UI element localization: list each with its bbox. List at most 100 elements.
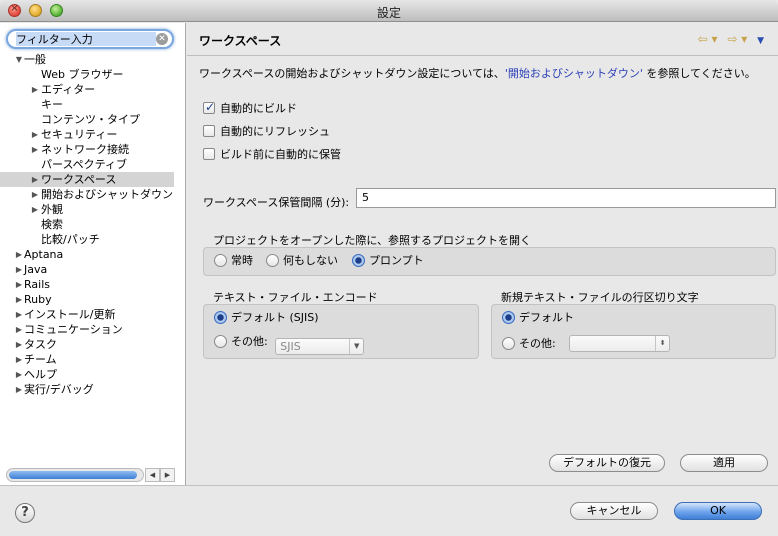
filter-field[interactable]: ✕ — [6, 29, 174, 49]
tree-item-label: 外観 — [41, 203, 63, 216]
open-projects-group-label: プロジェクトをオープンした際に、参照するプロジェクトを開く — [213, 234, 532, 247]
radio-button[interactable] — [214, 254, 227, 267]
forward-arrow-icon[interactable]: ⇨ ▾ — [727, 32, 747, 46]
checkbox-unchecked[interactable] — [203, 125, 215, 137]
collapsed-triangle-icon[interactable]: ▶ — [14, 367, 24, 382]
tree-item[interactable]: 検索 — [0, 217, 186, 232]
tree-item-label: エディター — [41, 83, 96, 96]
window-title: 設定 — [376, 6, 401, 20]
radio-prompt[interactable]: プロンプト — [352, 254, 424, 269]
collapsed-triangle-icon[interactable]: ▶ — [14, 337, 24, 352]
tree-item[interactable]: ▶ Aptana — [0, 247, 186, 262]
radio-button-selected[interactable] — [352, 254, 365, 267]
tree-item[interactable]: ▶ インストール/更新 — [0, 307, 186, 322]
delimiter-select[interactable]: ⬍ — [569, 335, 671, 352]
auto-refresh-checkbox[interactable]: 自動的にリフレッシュ — [203, 125, 330, 140]
preferences-sidebar: ✕ ▼一般Web ブラウザー▶エディターキーコンテンツ・タイプ▶セキュリティー▶… — [0, 23, 186, 485]
ok-button[interactable]: OK — [674, 502, 762, 520]
description-text: ワークスペースの開始およびシャットダウン設定については、 — [199, 67, 505, 80]
radio-delimiter-default[interactable]: デフォルト — [502, 311, 574, 326]
save-interval-input[interactable]: 5 — [356, 188, 776, 208]
radio-encoding-other[interactable]: その他: SJIS ▼ — [214, 335, 365, 355]
radio-button[interactable] — [502, 337, 515, 350]
tree-item[interactable]: ▶ 実行/デバッグ — [0, 382, 186, 397]
radio-always[interactable]: 常時 — [214, 254, 253, 269]
tree-item[interactable]: Web ブラウザー — [0, 67, 186, 82]
collapsed-triangle-icon[interactable]: ▶ — [14, 307, 24, 322]
description: ワークスペースの開始およびシャットダウン設定については、'開始およびシャットダウ… — [199, 65, 756, 81]
tree-item-label: 実行/デバッグ — [24, 383, 94, 396]
tree-item[interactable]: ▶ エディター — [0, 82, 186, 97]
tree-item[interactable]: ▶ ネットワーク接続 — [0, 142, 186, 157]
collapsed-triangle-icon[interactable]: ▶ — [14, 292, 24, 307]
help-icon[interactable]: ? — [15, 503, 35, 523]
tree-item[interactable]: ▶ ワークスペース — [0, 172, 174, 187]
tree-item[interactable]: ▶ 開始およびシャットダウン — [0, 187, 186, 202]
radio-delimiter-other[interactable]: その他: ⬍ — [502, 335, 671, 352]
radio-button-selected[interactable] — [502, 311, 515, 324]
back-arrow-icon[interactable]: ⇦ ▾ — [698, 32, 718, 46]
collapsed-triangle-icon[interactable]: ▶ — [30, 202, 40, 217]
collapsed-triangle-icon[interactable]: ▶ — [30, 172, 40, 187]
save-before-build-checkbox[interactable]: ビルド前に自動的に保管 — [203, 148, 341, 163]
tree-item[interactable]: ▶ Java — [0, 262, 186, 277]
tree-item[interactable]: ▼ 一般 — [0, 52, 186, 67]
collapsed-triangle-icon[interactable]: ▶ — [14, 382, 24, 397]
view-menu-icon[interactable]: ▼ — [757, 36, 764, 46]
page-navigation: ⇦ ▾ ⇨ ▾ ▼ — [692, 32, 764, 46]
radio-encoding-default[interactable]: デフォルト (SJIS) — [214, 311, 319, 326]
radio-button[interactable] — [214, 335, 227, 348]
tree-item-label: インストール/更新 — [24, 308, 116, 321]
collapsed-triangle-icon[interactable]: ▶ — [14, 262, 24, 277]
tree-item[interactable]: ▶ コミュニケーション — [0, 322, 186, 337]
tree-item[interactable]: 比較/パッチ — [0, 232, 186, 247]
apply-button[interactable]: 適用 — [680, 454, 768, 472]
tree-item-label: Rails — [24, 278, 50, 291]
checkbox-checked[interactable] — [203, 100, 215, 114]
window-titlebar: × 設定 — [0, 0, 778, 22]
collapsed-triangle-icon[interactable]: ▶ — [14, 247, 24, 262]
scrollbar-thumb[interactable] — [9, 471, 137, 479]
collapsed-triangle-icon[interactable]: ▶ — [30, 82, 40, 97]
filter-input[interactable] — [16, 32, 156, 46]
collapsed-triangle-icon[interactable]: ▶ — [30, 187, 40, 202]
tree-item[interactable]: ▶ セキュリティー — [0, 127, 186, 142]
tree-item[interactable]: ▶ 外観 — [0, 202, 186, 217]
tree-item[interactable]: コンテンツ・タイプ — [0, 112, 186, 127]
restore-defaults-button[interactable]: デフォルトの復元 — [549, 454, 665, 472]
radio-always-label: 常時 — [231, 254, 253, 267]
checkbox-unchecked[interactable] — [203, 148, 215, 160]
tree-item-label: セキュリティー — [41, 128, 118, 141]
scroll-left-button[interactable]: ◀ — [145, 468, 160, 482]
collapsed-triangle-icon[interactable]: ▶ — [14, 322, 24, 337]
dialog-footer: ? キャンセル OK — [0, 485, 778, 536]
tree-item[interactable]: キー — [0, 97, 186, 112]
expanded-triangle-icon[interactable]: ▼ — [14, 52, 24, 67]
tree-item-label: Java — [24, 263, 48, 276]
tree-item[interactable]: ▶ ヘルプ — [0, 367, 186, 382]
tree-item-label: Ruby — [24, 293, 52, 306]
tree-item[interactable]: パースペクティブ — [0, 157, 186, 172]
radio-never[interactable]: 何もしない — [266, 254, 338, 269]
preferences-tree: ▼ 一般 Web ブラウザー ▶ エディター キー コンテンツ・タイプ ▶ セキュリティー ▶ ネッ… — [0, 52, 186, 397]
auto-build-checkbox[interactable]: 自動的にビルド — [203, 100, 297, 117]
tree-item-label: パースペクティブ — [41, 158, 128, 171]
tree-item[interactable]: ▶ タスク — [0, 337, 186, 352]
startup-shutdown-link[interactable]: '開始およびシャットダウン' — [505, 67, 643, 80]
encoding-select[interactable]: SJIS ▼ — [275, 338, 365, 355]
collapsed-triangle-icon[interactable]: ▶ — [30, 127, 40, 142]
scrollbar-track[interactable] — [6, 468, 144, 482]
tree-item[interactable]: ▶ チーム — [0, 352, 186, 367]
tree-item-label: コンテンツ・タイプ — [41, 113, 140, 126]
scroll-right-button[interactable]: ▶ — [160, 468, 175, 482]
tree-item[interactable]: ▶ Ruby — [0, 292, 186, 307]
collapsed-triangle-icon[interactable]: ▶ — [30, 142, 40, 157]
sidebar-horizontal-scrollbar[interactable]: ◀ ▶ — [6, 468, 175, 482]
radio-button-selected[interactable] — [214, 311, 227, 324]
cancel-button[interactable]: キャンセル — [570, 502, 658, 520]
radio-button[interactable] — [266, 254, 279, 267]
tree-item[interactable]: ▶ Rails — [0, 277, 186, 292]
collapsed-triangle-icon[interactable]: ▶ — [14, 277, 24, 292]
collapsed-triangle-icon[interactable]: ▶ — [14, 352, 24, 367]
clear-filter-icon[interactable]: ✕ — [156, 33, 168, 45]
